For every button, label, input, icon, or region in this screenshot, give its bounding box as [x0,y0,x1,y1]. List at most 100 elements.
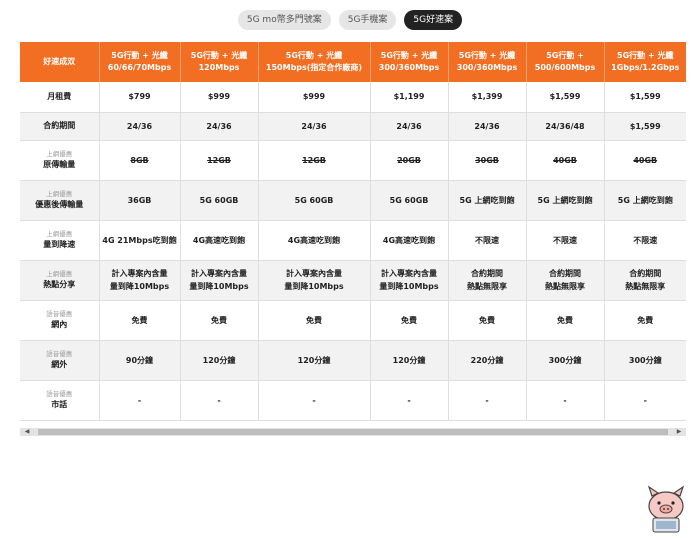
table-cell: 免費 [604,300,686,341]
table-cell: $1,599 [526,82,605,113]
table-cell: 5G 60GB [180,180,259,221]
column-header-line1: 5G行動 + 光纖 [190,51,248,60]
table-cell: - [526,380,605,421]
row-header-category: 上網優惠 [46,150,73,158]
row-header-category: 上網優惠 [46,230,73,238]
horizontal-scrollbar[interactable]: ◀ ▶ [20,428,686,436]
cell-value: 24/36 [474,121,500,131]
cell-value: 免費 [211,315,227,325]
table-cell: 4G高速吃到飽 [180,220,259,261]
cell-value: 8GB [130,155,149,165]
column-header-line1: 5G行動 + [546,51,584,60]
cell-value-line2: 量到降10Mbps [189,282,249,291]
table-cell: - [604,380,686,421]
table-cell: $799 [99,82,181,113]
cell-value: 不限速 [553,235,577,245]
tab-5g-mo-coin[interactable]: 5G mo幣多門號案 [237,10,331,30]
cell-value: 不限速 [633,235,658,245]
cell-value: $1,599 [629,92,661,102]
column-header-line2: 60/66/70Mbps [107,63,172,72]
table-cell: 免費 [448,300,527,341]
table-row: 語音優惠 網外 90分鐘 120分鐘 120分鐘 120分鐘 220分鐘 300分鐘 300分鐘 [20,340,686,381]
cell-value: - [312,395,316,405]
row-header-label: 量到降速 [43,240,76,249]
table-cell: $1,599 [604,112,686,141]
row-header: 上網優惠 優惠後傳輸量 [20,180,100,221]
table-cell: 300分鐘 [526,340,605,381]
cell-value: 免費 [401,315,417,325]
table-cell: $999 [180,82,259,113]
cell-value: 12GB [207,155,231,165]
cell-value: 合約期間 [549,269,581,278]
table-cell: 合約期間 熱點無限享 [448,260,527,301]
cell-value: 120分鐘 [202,355,236,365]
row-header: 上網優惠 量到降速 [20,220,100,261]
table-cell: 免費 [258,300,371,341]
cell-value: $1,399 [471,92,503,102]
row-header: 上網優惠 原傳輸量 [20,140,100,181]
column-header-line2: 300/360Mbps [378,63,440,72]
table-row: 語音優惠 網內 免費 免費 免費 免費 免費 免費 免費 [20,300,686,341]
cell-value: 計入專案內含量 [381,269,437,278]
table-cell: 計入專案內含量 量到降10Mbps [258,260,371,301]
cell-value: 24/36 [206,121,232,131]
table-cell: 8GB [99,140,181,181]
row-header-label: 合約期間 [43,121,76,130]
cell-value: 5G 60GB [389,195,429,205]
cell-value: 5G 60GB [199,195,239,205]
cell-value: 合約期間 [629,269,662,278]
table-cell: 30GB [448,140,527,181]
row-header: 合約期間 [20,112,100,141]
table-cell: - [370,380,449,421]
row-header-category: 語音優惠 [46,390,73,398]
row-header-label: 原傳輸量 [43,160,76,169]
table-cell: 120分鐘 [258,340,371,381]
table-cell: 不限速 [448,220,527,261]
scroll-left-arrow-icon[interactable]: ◀ [20,428,34,436]
column-header: 5G行動 + 光纖 120Mbps [180,42,259,82]
table-header-row: 好速成双 5G行動 + 光纖 60/66/70Mbps 5G行動 + 光纖 120M… [20,42,686,82]
table-row: 上網優惠 熱點分享 計入專案內含量 量到降10Mbps 計入專案內含量 量到降10Mbps… [20,260,686,301]
row-header: 上網優惠 熱點分享 [20,260,100,301]
cell-value: 120分鐘 [297,355,331,365]
row-header: 語音優惠 網外 [20,340,100,381]
table-cell: 40GB [526,140,605,181]
cell-value: 40GB [633,155,658,165]
cell-value: $999 [207,92,231,102]
cell-value: $999 [302,92,326,102]
cell-value-line2: 熱點無限享 [467,282,507,291]
cell-value: 不限速 [475,235,499,245]
cell-value: 5G 上網吃到飽 [617,195,673,205]
cell-value: 免費 [479,315,495,325]
scrollbar-thumb[interactable] [38,429,668,435]
table-cell: 合約期間 熱點無限享 [604,260,686,301]
table-cell: 4G高速吃到飽 [258,220,371,261]
table-cell: 合約期間 熱點無限享 [526,260,605,301]
table-cell: 免費 [370,300,449,341]
table-cell: 計入專案內含量 量到降10Mbps [99,260,181,301]
table-cell: $999 [258,82,371,113]
column-header: 5G行動 + 500/600Mbps [526,42,605,82]
table-cell: 12GB [258,140,371,181]
column-header-line2: 150Mbps(指定合作廠商) [265,63,363,72]
tab-5g-speed[interactable]: 5G好速案 [404,10,463,30]
table-cell: - [258,380,371,421]
scroll-right-arrow-icon[interactable]: ▶ [672,428,686,436]
table-cell: 24/36 [370,112,449,141]
row-header-label: 月租費 [47,91,72,101]
column-header: 5G行動 + 光纖 1Gbps/1.2Gbps [604,42,686,82]
cell-value: 免費 [131,315,148,325]
row-header-label: 熱點分享 [43,280,76,289]
table-cell: 不限速 [604,220,686,261]
cell-value: 24/36 [301,121,327,131]
table-cell: 24/36/48 [526,112,605,141]
cell-value-line2: 熱點無限享 [625,282,666,291]
table-cell: 5G 60GB [370,180,449,221]
tab-5g-phone[interactable]: 5G手機案 [338,10,397,30]
table-row: 上網優惠 原傳輸量 8GB 12GB 12GB 20GB 30GB 40GB 40GB [20,140,686,181]
table-cell: 300分鐘 [604,340,686,381]
plan-table-container[interactable]: 好速成双 5G行動 + 光纖 60/66/70Mbps 5G行動 + 光纖 120M… [20,42,686,438]
cell-value: 4G 21Mbps吃到飽 [102,235,177,245]
cell-value: $799 [128,92,151,102]
plan-tabs: 5G mo幣多門號案 5G手機案 5G好速案 [0,10,700,30]
